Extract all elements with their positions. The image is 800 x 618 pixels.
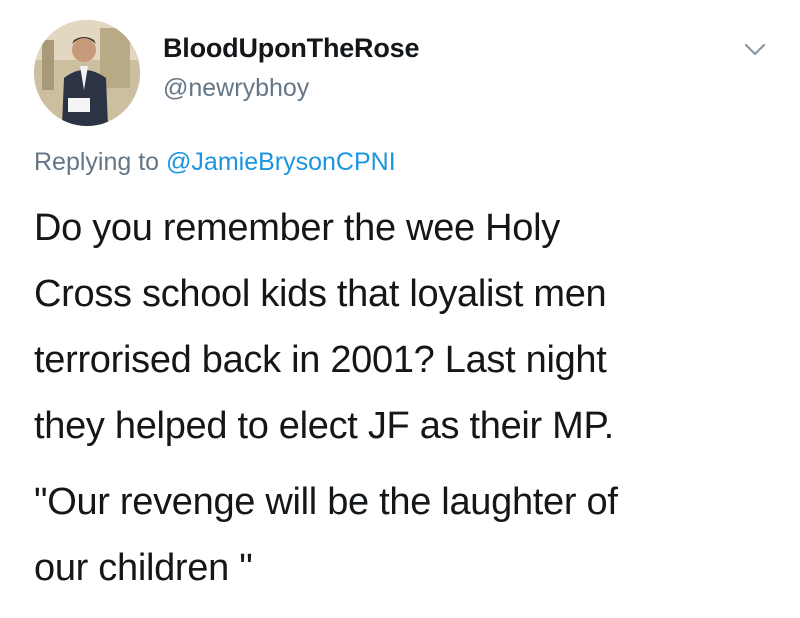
avatar[interactable] (34, 20, 140, 126)
quote-line: our children " (34, 547, 253, 589)
tweet-text: Do you remember the wee Holy Cross schoo… (34, 195, 774, 601)
replying-to: Replying to @JamieBrysonCPNI (34, 148, 396, 177)
tweet-text-line: Cross school kids that loyalist men (34, 273, 607, 315)
quote-line: "Our revenge will be the laughter of (34, 481, 618, 523)
chevron-down-icon[interactable] (742, 36, 768, 62)
replying-prefix: Replying to (34, 148, 160, 176)
replying-to-link[interactable]: @JamieBrysonCPNI (166, 148, 396, 176)
user-handle[interactable]: @newrybhoy (163, 74, 309, 103)
tweet-card: BloodUponTheRose @newrybhoy Replying to … (0, 0, 800, 618)
tweet-text-line: Do you remember the wee Holy (34, 207, 560, 249)
tweet-text-line: terrorised back in 2001? Last night (34, 339, 607, 381)
display-name[interactable]: BloodUponTheRose (163, 33, 419, 64)
tweet-text-line: they helped to elect JF as their MP. (34, 405, 614, 447)
